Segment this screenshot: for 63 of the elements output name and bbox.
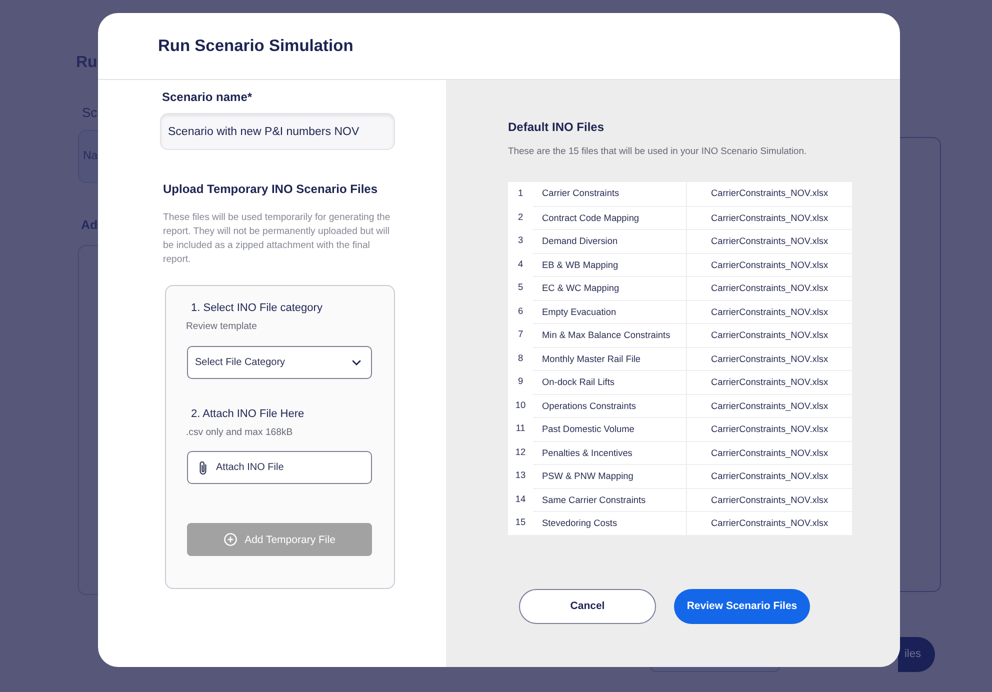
category-cell: Monthly Master Rail File xyxy=(533,346,686,370)
file-name-cell: CarrierConstraints_NOV.xlsx xyxy=(686,252,852,276)
dialog-title: Run Scenario Simulation xyxy=(158,36,354,56)
file-name-cell: CarrierConstraints_NOV.xlsx xyxy=(686,182,852,206)
row-number-cell-text: 4 xyxy=(516,258,524,270)
category-cell: Min & Max Balance Constraints xyxy=(533,323,686,346)
row-number-cell-text: 11 xyxy=(514,422,526,435)
step-note: .csv only and max 168kB xyxy=(186,426,293,439)
category-cell: Penalties & Incentives xyxy=(533,440,686,464)
section-heading: Default INO Files xyxy=(508,119,604,135)
file-name-cell: CarrierConstraints_NOV.xlsx xyxy=(686,370,852,394)
plus-circle-icon xyxy=(224,533,237,546)
category-cell: PSW & PNW Mapping xyxy=(533,464,686,488)
step-title: 2. Attach INO File Here xyxy=(191,407,304,422)
row-number-cell-text: 7 xyxy=(516,328,524,341)
file-name-cell: CarrierConstraints_NOV.xlsx xyxy=(686,417,852,440)
file-name-cell: CarrierConstraints_NOV.xlsx xyxy=(686,464,852,488)
section-heading: Upload Temporary INO Scenario Files xyxy=(163,181,378,197)
category-cell: Same Carrier Constraints xyxy=(533,488,686,511)
file-name-cell: CarrierConstraints_NOV.xlsx xyxy=(686,206,852,229)
row-number-cell-text: 14 xyxy=(514,492,527,506)
field-label: Scenario name* xyxy=(162,89,252,105)
category-cell: Demand Diversion xyxy=(533,229,686,252)
attach-file-field[interactable]: Attach INO File xyxy=(187,451,372,484)
category-cell: EB & WB Mapping xyxy=(533,252,686,276)
category-cell: Past Domestic Volume xyxy=(533,417,686,440)
row-number-cell-text: 15 xyxy=(514,516,527,529)
file-name-cell: CarrierConstraints_NOV.xlsx xyxy=(686,511,852,534)
scenario-name-field[interactable]: Scenario with new P&I numbers NOV xyxy=(160,113,395,150)
file-name-cell: CarrierConstraints_NOV.xlsx xyxy=(686,346,852,370)
section-description: These files will be used temporarily for generating the report. They will not be permanently uploaded but will be included as a zipped attachment with the final report. xyxy=(163,211,392,267)
chevron-down-icon xyxy=(352,360,361,366)
paperclip-icon xyxy=(199,460,207,474)
row-number-cell-text: 1 xyxy=(516,187,524,200)
file-name-cell: CarrierConstraints_NOV.xlsx xyxy=(686,394,852,417)
file-name-cell: CarrierConstraints_NOV.xlsx xyxy=(686,323,852,346)
file-name-cell: CarrierConstraints_NOV.xlsx xyxy=(686,229,852,252)
file-name-cell: CarrierConstraints_NOV.xlsx xyxy=(686,440,852,464)
row-number-cell-text: 6 xyxy=(516,304,524,318)
file-name-cell: CarrierConstraints_NOV.xlsx xyxy=(686,276,852,300)
category-cell: Contract Code Mapping xyxy=(533,206,686,229)
category-cell: On-dock Rail Lifts xyxy=(533,370,686,394)
step-title: 1. Select INO File category xyxy=(191,301,322,316)
row-number-cell-text: 12 xyxy=(514,446,527,458)
file-category-dropdown[interactable]: Select File Category xyxy=(187,346,372,379)
row-number-cell-text: 10 xyxy=(514,398,527,412)
review-files-button[interactable]: Review Scenario Files xyxy=(674,588,810,624)
row-number-cell-text: 9 xyxy=(516,375,524,388)
category-cell: EC & WC Mapping xyxy=(533,276,686,300)
category-cell: Operations Constraints xyxy=(533,394,686,417)
step-note: Review template xyxy=(186,320,257,333)
row-number-cell-text: 2 xyxy=(516,210,524,224)
category-cell: Empty Evacuation xyxy=(533,300,686,323)
row-number-cell-text: 3 xyxy=(516,234,524,247)
section-description: These are the 15 files that will be used in your INO Scenario Simulation. xyxy=(508,144,807,157)
file-name-cell: CarrierConstraints_NOV.xlsx xyxy=(686,300,852,323)
cancel-button[interactable]: Cancel xyxy=(519,588,656,624)
file-name-cell: CarrierConstraints_NOV.xlsx xyxy=(686,488,852,511)
category-cell-text: Carrier Constraints xyxy=(541,187,620,200)
category-cell: Stevedoring Costs xyxy=(533,511,686,534)
row-number-cell-text: 8 xyxy=(516,352,524,364)
row-number-cell-text: 5 xyxy=(516,281,524,294)
row-number-cell-text: 13 xyxy=(514,469,527,482)
